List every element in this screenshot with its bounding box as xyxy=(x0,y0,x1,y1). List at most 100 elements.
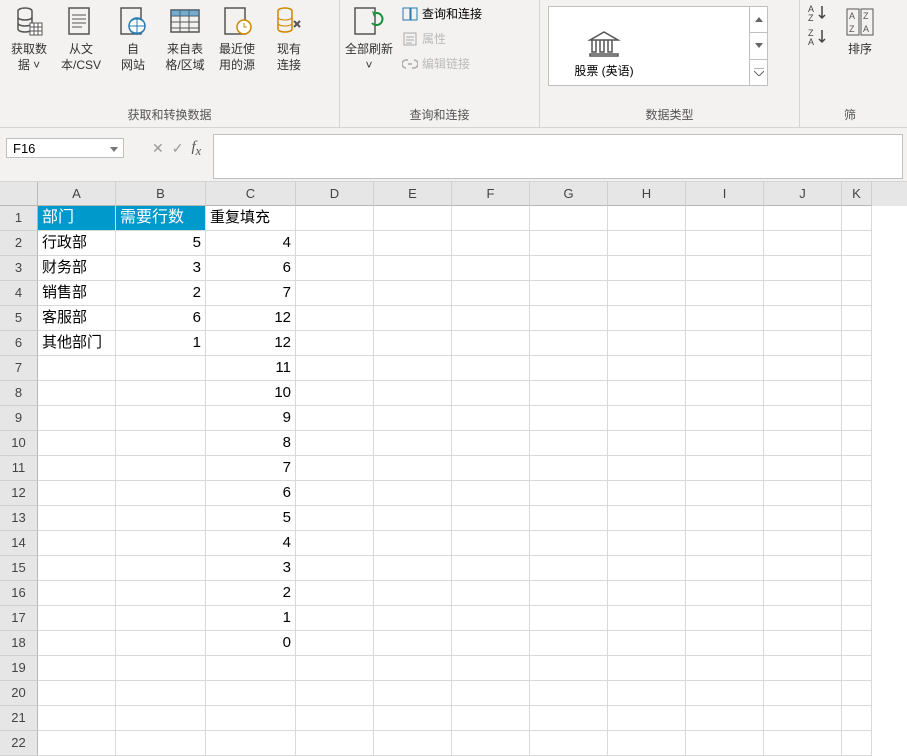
cell-K9[interactable] xyxy=(842,406,872,431)
cell-C8[interactable]: 10 xyxy=(206,381,296,406)
cell-B9[interactable] xyxy=(116,406,206,431)
cell-K2[interactable] xyxy=(842,231,872,256)
cell-I7[interactable] xyxy=(686,356,764,381)
cell-D21[interactable] xyxy=(296,706,374,731)
gallery-up-button[interactable] xyxy=(750,7,767,33)
cell-B18[interactable] xyxy=(116,631,206,656)
cell-B13[interactable] xyxy=(116,506,206,531)
row-header-5[interactable]: 5 xyxy=(0,306,38,331)
cell-E9[interactable] xyxy=(374,406,452,431)
cell-B21[interactable] xyxy=(116,706,206,731)
row-header-14[interactable]: 14 xyxy=(0,531,38,556)
cell-H12[interactable] xyxy=(608,481,686,506)
cell-K17[interactable] xyxy=(842,606,872,631)
cell-E18[interactable] xyxy=(374,631,452,656)
cell-K5[interactable] xyxy=(842,306,872,331)
row-header-19[interactable]: 19 xyxy=(0,656,38,681)
cell-A12[interactable] xyxy=(38,481,116,506)
cell-C3[interactable]: 6 xyxy=(206,256,296,281)
cell-G14[interactable] xyxy=(530,531,608,556)
cell-K3[interactable] xyxy=(842,256,872,281)
cell-E17[interactable] xyxy=(374,606,452,631)
row-header-6[interactable]: 6 xyxy=(0,331,38,356)
cell-K4[interactable] xyxy=(842,281,872,306)
cell-D4[interactable] xyxy=(296,281,374,306)
cell-K10[interactable] xyxy=(842,431,872,456)
cell-K11[interactable] xyxy=(842,456,872,481)
cell-I6[interactable] xyxy=(686,331,764,356)
data-type-gallery[interactable]: 股票 (英语) xyxy=(548,6,768,86)
cell-E16[interactable] xyxy=(374,581,452,606)
cell-E10[interactable] xyxy=(374,431,452,456)
cell-K15[interactable] xyxy=(842,556,872,581)
cell-D5[interactable] xyxy=(296,306,374,331)
row-header-17[interactable]: 17 xyxy=(0,606,38,631)
cell-H13[interactable] xyxy=(608,506,686,531)
ribbon-btn-1[interactable]: 从文本/CSV xyxy=(56,2,106,75)
select-all-corner[interactable] xyxy=(0,182,38,206)
cell-K13[interactable] xyxy=(842,506,872,531)
cell-B5[interactable]: 6 xyxy=(116,306,206,331)
cell-C19[interactable] xyxy=(206,656,296,681)
cell-J3[interactable] xyxy=(764,256,842,281)
cell-D14[interactable] xyxy=(296,531,374,556)
cell-H5[interactable] xyxy=(608,306,686,331)
cell-F19[interactable] xyxy=(452,656,530,681)
row-header-3[interactable]: 3 xyxy=(0,256,38,281)
cell-E1[interactable] xyxy=(374,206,452,231)
cell-J17[interactable] xyxy=(764,606,842,631)
row-header-10[interactable]: 10 xyxy=(0,431,38,456)
cell-I3[interactable] xyxy=(686,256,764,281)
row-header-7[interactable]: 7 xyxy=(0,356,38,381)
cell-I5[interactable] xyxy=(686,306,764,331)
cell-H15[interactable] xyxy=(608,556,686,581)
cell-E19[interactable] xyxy=(374,656,452,681)
cell-B11[interactable] xyxy=(116,456,206,481)
cell-F2[interactable] xyxy=(452,231,530,256)
cell-E7[interactable] xyxy=(374,356,452,381)
gallery-more-button[interactable] xyxy=(750,60,767,85)
cell-A5[interactable]: 客服部 xyxy=(38,306,116,331)
cell-B3[interactable]: 3 xyxy=(116,256,206,281)
cell-E14[interactable] xyxy=(374,531,452,556)
cell-F21[interactable] xyxy=(452,706,530,731)
ribbon-btn-3[interactable]: 来自表格/区域 xyxy=(160,2,210,75)
cell-K14[interactable] xyxy=(842,531,872,556)
cell-A11[interactable] xyxy=(38,456,116,481)
row-header-2[interactable]: 2 xyxy=(0,231,38,256)
cell-E22[interactable] xyxy=(374,731,452,756)
cell-J2[interactable] xyxy=(764,231,842,256)
cell-C4[interactable]: 7 xyxy=(206,281,296,306)
cell-F11[interactable] xyxy=(452,456,530,481)
cell-H14[interactable] xyxy=(608,531,686,556)
cell-D7[interactable] xyxy=(296,356,374,381)
cancel-formula-button[interactable]: ✕ xyxy=(152,140,164,157)
cell-B15[interactable] xyxy=(116,556,206,581)
cell-F13[interactable] xyxy=(452,506,530,531)
cell-K12[interactable] xyxy=(842,481,872,506)
cell-C10[interactable]: 8 xyxy=(206,431,296,456)
cell-G15[interactable] xyxy=(530,556,608,581)
cell-H21[interactable] xyxy=(608,706,686,731)
cell-I12[interactable] xyxy=(686,481,764,506)
col-header-G[interactable]: G xyxy=(530,182,608,206)
cell-C17[interactable]: 1 xyxy=(206,606,296,631)
cell-A18[interactable] xyxy=(38,631,116,656)
cell-F15[interactable] xyxy=(452,556,530,581)
cell-A8[interactable] xyxy=(38,381,116,406)
cell-D6[interactable] xyxy=(296,331,374,356)
cell-A10[interactable] xyxy=(38,431,116,456)
cell-I8[interactable] xyxy=(686,381,764,406)
cell-I21[interactable] xyxy=(686,706,764,731)
cell-B16[interactable] xyxy=(116,581,206,606)
ribbon-btn-2[interactable]: 自网站 xyxy=(108,2,158,75)
cell-J1[interactable] xyxy=(764,206,842,231)
refresh-all-button[interactable]: 全部刷新 ˅ xyxy=(344,2,394,75)
cell-E13[interactable] xyxy=(374,506,452,531)
cell-D19[interactable] xyxy=(296,656,374,681)
cell-B20[interactable] xyxy=(116,681,206,706)
cell-G10[interactable] xyxy=(530,431,608,456)
cell-A9[interactable] xyxy=(38,406,116,431)
cell-A20[interactable] xyxy=(38,681,116,706)
cell-G19[interactable] xyxy=(530,656,608,681)
